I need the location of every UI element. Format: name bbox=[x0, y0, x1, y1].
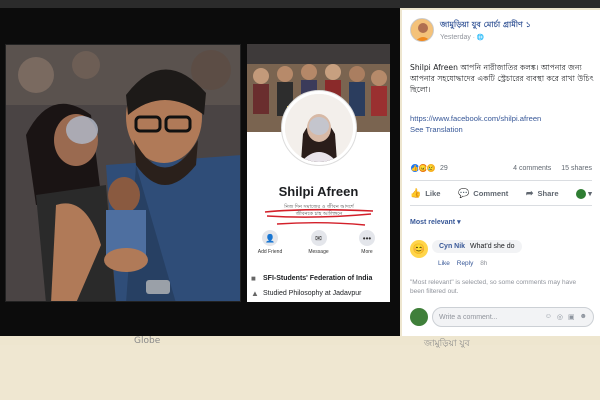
info-education-text: Studied Philosophy at Jadavpur bbox=[263, 290, 362, 297]
sad-reaction-icon: 😢 bbox=[426, 163, 436, 173]
top-strip bbox=[0, 0, 600, 8]
profile-name: Shilpi Afreen bbox=[278, 184, 359, 199]
post-action-bar: 👍 Like 💬 Comment ➦ Share ▾ bbox=[410, 188, 592, 199]
bottom-background bbox=[0, 345, 600, 400]
more-label: More bbox=[361, 249, 373, 255]
like-label: Like bbox=[425, 189, 441, 198]
most-relevant-dropdown[interactable]: Most relevant ▾ bbox=[410, 218, 461, 226]
divider bbox=[410, 205, 592, 206]
info-row-education: ▲ Studied Philosophy at Jadavpur bbox=[251, 289, 389, 298]
message-button[interactable]: ✉ Message bbox=[300, 230, 338, 255]
shares-count[interactable]: 15 shares bbox=[561, 165, 592, 172]
post-profile-link[interactable]: https://www.facebook.com/shilpi.afreen bbox=[410, 114, 541, 123]
reactions-summary[interactable]: 👍 😠 😢 29 bbox=[410, 163, 448, 173]
message-label: Message bbox=[308, 249, 329, 255]
news-photo bbox=[5, 44, 241, 302]
gif-icon[interactable]: ▣ bbox=[568, 313, 575, 321]
comment-reply-link[interactable]: Reply bbox=[457, 260, 474, 267]
footer-caption-left: Globe bbox=[134, 336, 161, 346]
share-icon: ➦ bbox=[525, 188, 534, 198]
add-friend-button[interactable]: 👤 Add Friend bbox=[251, 230, 289, 255]
more-button[interactable]: ••• More bbox=[348, 230, 386, 255]
page-avatar[interactable] bbox=[410, 18, 434, 42]
facebook-profile-panel: Shilpi Afreen নিজ দিন সমাজের ও জীবন আদর্… bbox=[247, 44, 390, 302]
info-work-text: SFI-Students' Federation of India bbox=[263, 275, 373, 282]
add-friend-icon: 👤 bbox=[262, 230, 278, 246]
add-friend-label: Add Friend bbox=[257, 249, 283, 255]
messenger-icon: ✉ bbox=[310, 230, 327, 246]
comment-placeholder: Write a comment... bbox=[439, 313, 498, 321]
more-icon: ••• bbox=[359, 230, 375, 246]
thumbs-up-icon: 👍 bbox=[410, 188, 422, 198]
comment-input[interactable]: Write a comment... ☺ ◎ ▣ ☻ bbox=[432, 307, 594, 327]
comment-text: What'd she do bbox=[470, 243, 515, 250]
camera-icon[interactable]: ◎ bbox=[557, 313, 563, 321]
facebook-post: জামুড়িয়া যুব মোর্চা গ্রামীণ ১ Yesterda… bbox=[402, 10, 600, 336]
reaction-count: 29 bbox=[440, 164, 448, 172]
share-button[interactable]: ➦ Share bbox=[526, 188, 559, 199]
post-time-text: Yesterday bbox=[440, 34, 471, 41]
bio-line-2: জীবনকে চাহ আলিঙ্গনে bbox=[295, 211, 343, 217]
most-relevant-label: Most relevant bbox=[410, 219, 456, 226]
see-translation-link[interactable]: See Translation bbox=[410, 125, 463, 134]
profile-bio: নিজ দিন সমাজের ও জীবন আদর্শে জীবনকে চাহ … bbox=[265, 204, 373, 218]
emoji-icon[interactable]: ☺ bbox=[545, 313, 552, 321]
comment-like-link[interactable]: Like bbox=[438, 260, 450, 267]
profile-actions: 👤 Add Friend ✉ Message ••• More bbox=[251, 230, 386, 255]
chevron-down-icon: ▾ bbox=[457, 219, 461, 226]
bio-line-1: নিজ দিন সমাজের ও জীবন আদর্শে bbox=[284, 204, 354, 210]
comment-bubble: Cyn Nik What'd she do bbox=[432, 240, 522, 253]
filter-note: "Most relevant" is selected, so some com… bbox=[410, 279, 577, 295]
like-button[interactable]: 👍 Like bbox=[410, 188, 440, 199]
page-name-link[interactable]: জামুড়িয়া যুব মোর্চা গ্রামীণ ১ bbox=[440, 19, 531, 32]
current-user-avatar bbox=[410, 308, 428, 326]
graduation-icon: ▲ bbox=[251, 289, 259, 298]
globe-icon: · 🌐 bbox=[472, 35, 484, 41]
comments-count[interactable]: 4 comments bbox=[513, 165, 551, 172]
share-label: Share bbox=[537, 189, 559, 198]
post-timestamp[interactable]: Yesterday · 🌐 bbox=[440, 34, 484, 41]
reaction-profile-selector[interactable]: ▾ bbox=[576, 188, 592, 199]
comment-meta: Like Reply 8h bbox=[438, 260, 492, 267]
comment-label: Comment bbox=[473, 189, 509, 198]
profile-dot-icon bbox=[576, 188, 587, 199]
footer-caption-right: জামুড়িয়া যুব bbox=[424, 339, 470, 349]
info-row-work: ■ SFI-Students' Federation of India bbox=[251, 274, 389, 283]
divider bbox=[410, 180, 592, 181]
briefcase-icon: ■ bbox=[251, 274, 256, 283]
comment-author[interactable]: Cyn Nik bbox=[439, 243, 465, 250]
comment-button[interactable]: 💬 Comment bbox=[458, 188, 508, 199]
sticker-icon[interactable]: ☻ bbox=[580, 313, 587, 321]
engagement-counts: 4 comments 15 shares bbox=[505, 165, 592, 172]
commenter-avatar[interactable]: 😊 bbox=[410, 240, 428, 258]
post-body-text: Shilpi Afreen আপনি নারীজাতির কলঙ্ক। আপনা… bbox=[410, 63, 594, 94]
chevron-down-icon: ▾ bbox=[588, 189, 592, 198]
write-comment-row: Write a comment... ☺ ◎ ▣ ☻ bbox=[410, 307, 594, 327]
profile-avatar[interactable] bbox=[281, 90, 357, 166]
comment-icon: 💬 bbox=[458, 188, 470, 198]
comment-time[interactable]: 8h bbox=[480, 260, 487, 267]
